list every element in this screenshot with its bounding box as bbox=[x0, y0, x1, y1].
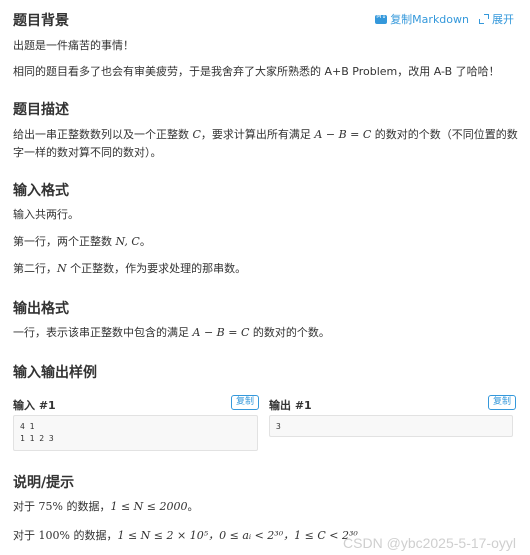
description-line1: 给出一串正整数数列以及一个正整数 C，要求计算出所有满足 A − B = C 的… bbox=[13, 125, 518, 145]
math-n: N bbox=[57, 262, 67, 275]
input-format-p2-text: 第一行，两个正整数 bbox=[13, 235, 116, 248]
hint-title: 说明/提示 bbox=[13, 475, 75, 491]
math-c: C bbox=[192, 128, 201, 141]
input-format-p3-end: 个正整数，作为要求处理的那串数。 bbox=[66, 262, 247, 275]
input-format-p2: 第一行，两个正整数 N, C。 bbox=[13, 232, 151, 252]
hint-p2: 对于 100% 的数据，1 ≤ N ≤ 2 × 10⁵，0 ≤ aᵢ < 2³⁰… bbox=[13, 526, 358, 546]
copy-markdown-label: 复制Markdown bbox=[390, 13, 469, 26]
expand-icon bbox=[479, 14, 489, 24]
input-format-p3-text: 第二行， bbox=[13, 262, 57, 275]
problem-page: 复制Markdown 展开 题目背景 出题是一件痛苦的事情！ 相同的题目看多了也… bbox=[0, 0, 530, 555]
toolbar: 复制Markdown 展开 bbox=[375, 11, 514, 27]
markdown-icon bbox=[375, 13, 388, 24]
description-text-b: ，要求计算出所有满足 bbox=[200, 128, 315, 141]
sample-output-label: 输出 #1 bbox=[269, 399, 312, 412]
hint-p2-math: 1 ≤ N ≤ 2 × 10⁵，0 ≤ aᵢ < 2³⁰，1 ≤ C < 2³⁰ bbox=[117, 529, 358, 542]
output-format-end: 的数对的个数。 bbox=[249, 326, 330, 339]
copy-input-button[interactable]: 复制 bbox=[231, 395, 260, 410]
math-nc: N, C bbox=[115, 235, 140, 248]
sample-input-label: 输入 #1 bbox=[13, 399, 56, 412]
input-format-p3: 第二行，N 个正整数，作为要求处理的那串数。 bbox=[13, 259, 246, 279]
hint-p2-text-a: 对于 bbox=[13, 529, 39, 542]
background-p2: 相同的题目看多了也会有审美疲劳，于是我舍弃了大家所熟悉的 A+B Problem… bbox=[13, 65, 500, 78]
hint-p1: 对于 75% 的数据，1 ≤ N ≤ 2000。 bbox=[13, 497, 199, 517]
description-text-d: 的数对的个数（不同位置的数 bbox=[371, 128, 518, 141]
description-text-a: 给出一串正整数数列以及一个正整数 bbox=[13, 128, 193, 141]
input-format-p1: 输入共两行。 bbox=[13, 208, 79, 221]
input-format-p2-end: 。 bbox=[139, 235, 151, 248]
expand-label: 展开 bbox=[492, 13, 514, 26]
hint-p1-text-b: 的数据， bbox=[62, 500, 111, 513]
sample-input-box[interactable]: 4 1 1 1 2 3 bbox=[13, 415, 258, 451]
copy-output-button[interactable]: 复制 bbox=[488, 395, 517, 410]
output-format-text: 一行，表示该串正整数中包含的满足 bbox=[13, 326, 193, 339]
csdn-watermark: CSDN @ybc2025-5-17-oyyl bbox=[343, 535, 516, 551]
hint-p2-text-b: 的数据， bbox=[69, 529, 118, 542]
background-p1: 出题是一件痛苦的事情！ bbox=[13, 39, 134, 52]
hint-p1-percent: 75% bbox=[38, 500, 63, 513]
background-title: 题目背景 bbox=[13, 13, 69, 29]
math-formula: A − B = C bbox=[314, 128, 372, 141]
samples-title: 输入输出样例 bbox=[13, 365, 97, 381]
input-format-title: 输入格式 bbox=[13, 183, 69, 199]
hint-p1-end: 。 bbox=[187, 500, 199, 513]
hint-p2-percent: 100% bbox=[38, 529, 70, 542]
expand-button[interactable]: 展开 bbox=[479, 11, 514, 27]
copy-markdown-button[interactable]: 复制Markdown bbox=[375, 11, 469, 27]
description-line2: 字一样的数对算不同的数对）。 bbox=[13, 146, 162, 159]
description-title: 题目描述 bbox=[13, 102, 69, 118]
hint-p1-text-a: 对于 bbox=[13, 500, 39, 513]
output-format-title: 输出格式 bbox=[13, 301, 69, 317]
output-format-p1: 一行，表示该串正整数中包含的满足 A − B = C 的数对的个数。 bbox=[13, 323, 330, 343]
hint-p1-math: 1 ≤ N ≤ 2000 bbox=[110, 500, 188, 513]
math-formula-output: A − B = C bbox=[192, 326, 250, 339]
sample-output-box[interactable]: 3 bbox=[269, 415, 513, 437]
